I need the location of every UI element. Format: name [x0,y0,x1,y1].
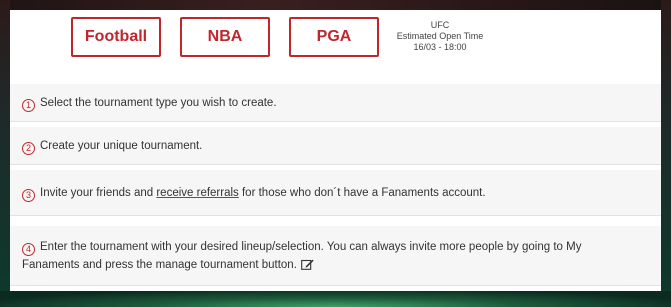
background-top [0,0,671,10]
step-number-icon: 2 [22,141,35,155]
football-button[interactable]: Football [71,17,161,57]
pga-button[interactable]: PGA [289,17,379,57]
step-text-after: for those who don´t have a Fanaments acc… [238,187,486,199]
receive-referrals-link[interactable]: receive referrals [156,187,238,199]
step-number-icon: 3 [22,188,35,202]
step-3: 3 Invite your friends and receive referra… [10,170,661,216]
background-right [661,0,671,307]
open-time: 16/03 - 18:00 [413,42,467,52]
step-1: 1 Select the tournament type you wish to … [10,84,661,122]
edit-icon[interactable] [301,258,314,276]
event-name: UFC [430,20,450,30]
background-left [0,0,10,307]
nba-button[interactable]: NBA [180,17,270,57]
step-number-icon: 4 [22,242,35,256]
step-text: Select the tournament type you wish to c… [40,97,277,109]
step-number-icon: 1 [22,98,35,112]
create-tournament-panel: Football NBA PGA UFC Estimated Open Time… [10,10,661,291]
step-text: Create your unique tournament. [40,140,203,152]
event-info: UFC Estimated Open Time 16/03 - 18:00 [395,20,485,53]
open-time-label: Estimated Open Time [396,31,484,41]
step-text-before: Invite your friends and [40,187,157,199]
background-bottom-stadium [0,291,671,307]
step-4: 4 Enter the tournament with your desired … [10,226,661,286]
step-2: 2 Create your unique tournament. [10,127,661,165]
